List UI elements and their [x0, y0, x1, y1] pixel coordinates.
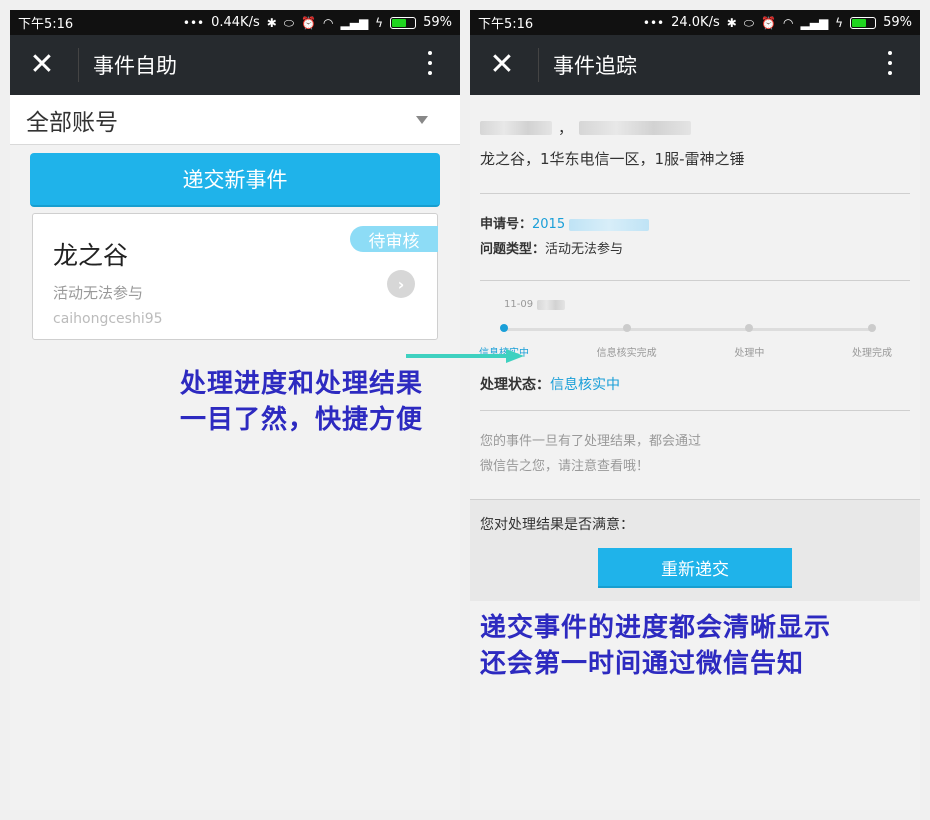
more-dots-icon: ••• — [182, 15, 205, 30]
title-divider — [78, 48, 79, 82]
process-status-label: 处理状态： — [480, 377, 550, 393]
status-time: 下午5:16 — [18, 17, 74, 32]
event-card[interactable]: 龙之谷 活动无法参与 caihongceshi95 待审核 › — [32, 213, 438, 340]
separator-comma: ， — [558, 119, 574, 137]
close-icon[interactable]: ✕ — [488, 50, 516, 80]
notice-line: 您的事件一旦有了处理结果，都会通过 — [480, 434, 702, 449]
wifi-icon: ◠ — [323, 15, 334, 30]
progress-line — [504, 328, 872, 331]
close-icon[interactable]: ✕ — [28, 50, 56, 80]
progress-date-text: 11-09 — [504, 299, 534, 310]
network-speed: 24.0K/s — [671, 15, 720, 30]
issue-type-value: 活动无法参与 — [545, 242, 624, 257]
redacted-block — [579, 120, 692, 135]
more-options-icon[interactable] — [888, 51, 892, 75]
caption-line: 一目了然，快捷方便 — [180, 405, 424, 435]
toggle-icon: ⬭ — [283, 15, 295, 30]
phone-screen-event-tracking: 下午5:16 ••• 24.0K/s ✱ ⬭ ⏰ ◠ ▂▄▆ ϟ 59% ✕ 事… — [470, 10, 920, 810]
progress-date: 11-09 — [504, 299, 566, 310]
status-bar: 下午5:16 ••• 0.44K/s ✱ ⬭ ⏰ ◠ ▂▄▆ ϟ 59% — [10, 10, 460, 35]
title-divider — [538, 48, 539, 82]
arrow-right-icon — [406, 349, 524, 363]
charging-icon: ϟ — [375, 15, 384, 30]
progress-step-dot — [868, 324, 876, 332]
notice-text: 您的事件一旦有了处理结果，都会通过 微信告之您，请注意查看哦！ — [480, 411, 910, 499]
status-bar: 下午5:16 ••• 24.0K/s ✱ ⬭ ⏰ ◠ ▂▄▆ ϟ 59% — [470, 10, 920, 35]
caption-left: 处理进度和处理结果 一目了然，快捷方便 — [180, 366, 423, 438]
redacted-account: ， — [480, 95, 910, 138]
bluetooth-icon: ✱ — [266, 15, 277, 30]
account-dropdown-value: 全部账号 — [26, 109, 118, 136]
server-info: 龙之谷，1华东电信一区，1服-雷神之锤 — [480, 150, 745, 168]
request-number-row: 申请号：2015 — [480, 212, 910, 237]
more-options-icon[interactable] — [428, 51, 432, 75]
battery-percent: 59% — [423, 15, 452, 30]
more-dots-icon: ••• — [642, 15, 665, 30]
event-detail: ， 龙之谷，1华东电信一区，1服-雷神之锤 申请号：2015 问题类型：活动无法… — [470, 95, 920, 601]
progress-step-label: 处理中 — [734, 348, 765, 359]
satisfaction-question: 您对处理结果是否满意： — [480, 517, 634, 533]
caption-line: 还会第一时间通过微信告知 — [480, 649, 805, 679]
status-badge: 待审核 — [350, 226, 438, 252]
title-bar: ✕ 事件自助 — [10, 35, 460, 95]
process-status-row: 处理状态：信息核实中 — [480, 374, 620, 394]
alarm-icon: ⏰ — [301, 15, 316, 30]
redacted-block — [569, 218, 650, 231]
progress-step-dot — [500, 324, 508, 332]
request-number-value: 2015 — [532, 217, 566, 232]
signal-icon: ▂▄▆ — [340, 15, 369, 30]
event-account: caihongceshi95 — [53, 311, 163, 327]
caption-line: 递交事件的进度都会清晰显示 — [480, 613, 832, 643]
submit-new-event-button[interactable]: 递交新事件 — [30, 153, 440, 207]
account-info-section: ， 龙之谷，1华东电信一区，1服-雷神之锤 — [480, 95, 910, 194]
page-title: 事件追踪 — [553, 54, 637, 78]
request-number-label: 申请号： — [480, 217, 533, 232]
signal-icon: ▂▄▆ — [800, 15, 829, 30]
caption-line: 处理进度和处理结果 — [180, 369, 424, 399]
toggle-icon: ⬭ — [743, 15, 755, 30]
issue-type-label: 问题类型： — [480, 242, 546, 257]
chevron-right-icon[interactable]: › — [387, 270, 415, 298]
dropdown-arrow-icon — [416, 115, 428, 124]
process-status-value: 信息核实中 — [550, 377, 620, 393]
caption-right: 递交事件的进度都会清晰显示 还会第一时间通过微信告知 — [480, 610, 831, 682]
account-dropdown[interactable]: 全部账号 — [10, 95, 460, 145]
title-bar: ✕ 事件追踪 — [470, 35, 920, 95]
status-time: 下午5:16 — [478, 17, 534, 32]
wifi-icon: ◠ — [783, 15, 794, 30]
battery-icon — [850, 16, 877, 29]
redacted-block — [537, 299, 566, 310]
progress-step-label: 处理完成 — [852, 348, 892, 359]
battery-percent: 59% — [883, 15, 912, 30]
progress-step-label: 信息核实完成 — [596, 348, 657, 359]
charging-icon: ϟ — [835, 15, 844, 30]
request-info-section: 申请号：2015 问题类型：活动无法参与 — [480, 194, 910, 281]
bluetooth-icon: ✱ — [726, 15, 737, 30]
progress-step-dot — [622, 324, 631, 332]
notice-line: 微信告之您，请注意查看哦！ — [480, 459, 650, 474]
progress-tracker: 11-09 信息核实中 信息核实完成 处理中 处理完成 处理状态：信息核实中 — [479, 281, 910, 411]
alarm-icon: ⏰ — [761, 15, 776, 30]
page-title: 事件自助 — [93, 54, 177, 78]
issue-type-row: 问题类型：活动无法参与 — [480, 237, 910, 262]
satisfaction-section: 您对处理结果是否满意： 重新递交 — [470, 499, 920, 601]
battery-icon — [390, 16, 417, 29]
resubmit-button[interactable]: 重新递交 — [598, 548, 792, 588]
network-speed: 0.44K/s — [211, 15, 260, 30]
redacted-block — [480, 120, 552, 135]
event-issue-type: 活动无法参与 — [53, 284, 144, 302]
